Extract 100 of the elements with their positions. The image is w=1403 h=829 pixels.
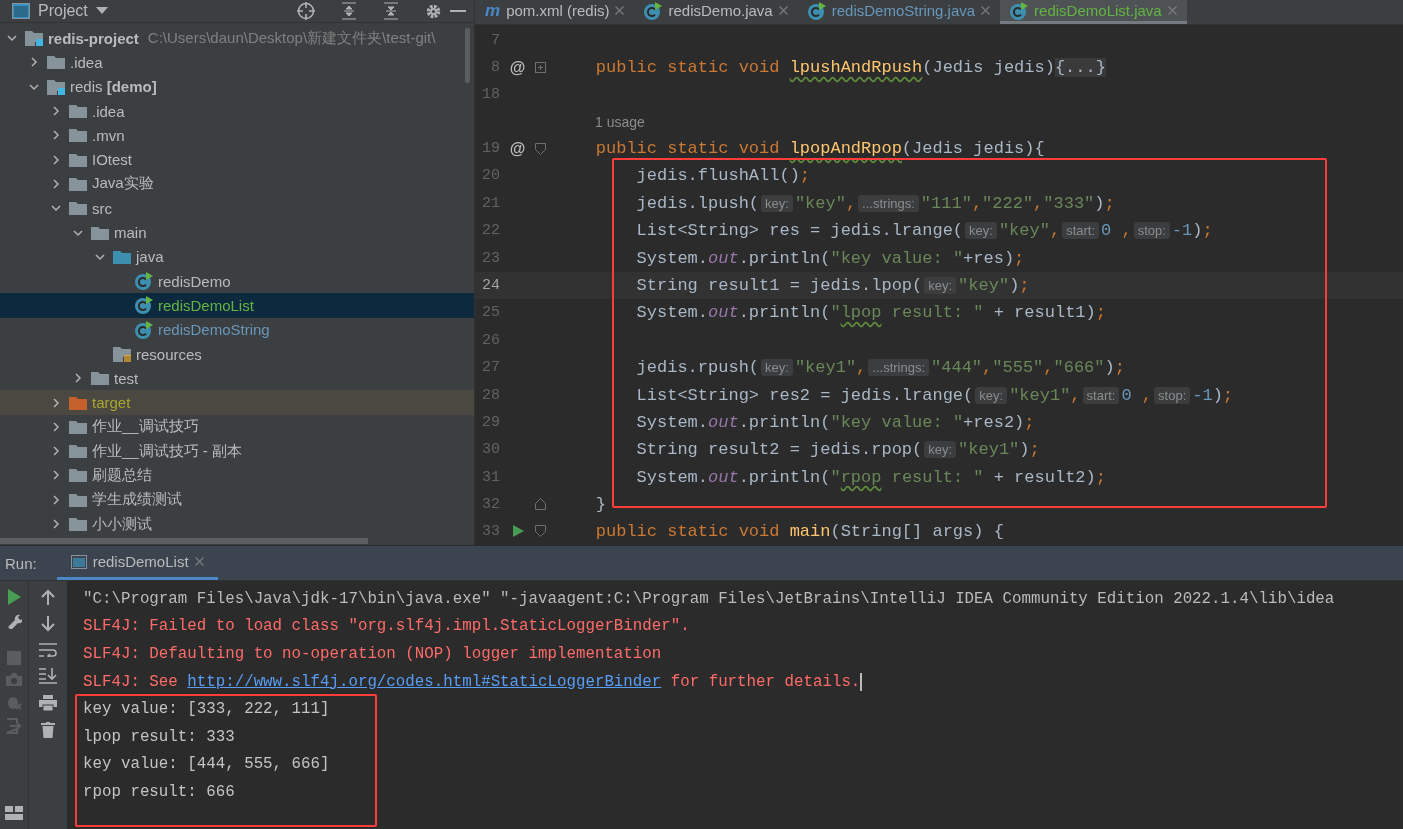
close-icon[interactable]: [981, 6, 991, 15]
scrollbar[interactable]: [0, 538, 368, 544]
fold-marker-icon[interactable]: [535, 142, 546, 155]
tree-item[interactable]: .idea: [0, 98, 474, 124]
close-icon[interactable]: [1167, 6, 1177, 15]
parameter-hint: ...strings:: [858, 194, 919, 212]
print-icon[interactable]: [39, 695, 57, 711]
line-number: 19: [481, 140, 500, 158]
trash-icon[interactable]: [41, 722, 55, 738]
code-token: (Jedis jedis){: [901, 139, 1045, 159]
panel-title[interactable]: Project: [38, 2, 88, 20]
code-token: out: [708, 248, 739, 268]
code-token: out: [708, 303, 739, 323]
tree-item[interactable]: src: [0, 196, 474, 221]
wrench-icon[interactable]: [6, 613, 22, 629]
soft-wrap-icon[interactable]: [39, 643, 57, 657]
code-token: (String[] args) {: [830, 522, 1004, 541]
override-marker[interactable]: @: [509, 58, 526, 77]
run-icon[interactable]: [510, 524, 525, 539]
console-link[interactable]: http://www.slf4j.org/codes.html#StaticLoggerBinder: [187, 672, 662, 691]
code-token: ,: [1043, 358, 1054, 378]
tree-item[interactable]: 小小测试: [0, 511, 474, 537]
line-number: 32: [481, 495, 500, 513]
arrow-down-icon[interactable]: [41, 616, 55, 632]
close-icon[interactable]: [615, 6, 625, 15]
close-icon[interactable]: [194, 557, 204, 566]
console-line: rpop result: 666: [83, 782, 235, 801]
code-token: ): [1019, 440, 1030, 460]
tree-item[interactable]: 作业__调试技巧: [0, 414, 474, 440]
tree-item[interactable]: java: [0, 244, 474, 269]
code-token: lpopAndRpop: [789, 139, 902, 159]
tree-item[interactable]: .mvn: [0, 123, 474, 148]
console-line: "C:\Program Files\Java\jdk-17\bin\java.exe" "-javaagent:C:\Program Files\JetBrains\IntelliJ IDEA Community Edition 2022.1.4\lib\idea: [83, 589, 1335, 608]
scrollbar[interactable]: [465, 28, 470, 83]
tree-item[interactable]: redis [demo]: [0, 74, 474, 99]
line-number: 7: [490, 32, 500, 49]
code-token: -1: [1171, 221, 1193, 241]
chevron-right-icon: [51, 494, 61, 505]
fold-end-icon[interactable]: [535, 498, 546, 511]
minimize-icon[interactable]: [450, 9, 466, 13]
override-marker[interactable]: @: [509, 139, 526, 158]
tree-item[interactable]: test: [0, 366, 474, 391]
locate-icon[interactable]: [297, 2, 315, 20]
code-token: System.: [635, 248, 709, 268]
tree-item[interactable]: resources: [0, 341, 474, 367]
code-token: ,: [1049, 221, 1061, 241]
code-token: ,: [856, 358, 867, 378]
expand-all-icon[interactable]: [341, 2, 357, 20]
parameter-hint: key:: [761, 194, 793, 212]
usage-hint[interactable]: 1 usage: [475, 113, 645, 130]
scroll-to-end-icon[interactable]: [39, 668, 57, 684]
run-tab[interactable]: redisDemoList: [56, 546, 218, 580]
tree-item[interactable]: main: [0, 220, 474, 245]
line-number: 25: [481, 304, 500, 322]
code-token: "222": [982, 193, 1034, 213]
class-icon: [135, 320, 153, 339]
code-token: public static void: [594, 139, 781, 159]
chevron-right-icon: [51, 130, 61, 141]
tree-item[interactable]: redisDemo: [0, 268, 474, 294]
arrow-up-icon[interactable]: [41, 589, 55, 605]
folder-icon: [69, 492, 87, 507]
editor-tab[interactable]: redisDemoString.java: [797, 0, 1001, 24]
editor-tab[interactable]: m pom.xml (redis): [475, 0, 635, 24]
code-token: jedis.flushAll(): [635, 166, 800, 186]
tree-item[interactable]: Java实验: [0, 171, 474, 197]
layout-icon[interactable]: [5, 806, 23, 820]
collapse-all-icon[interactable]: [383, 2, 399, 20]
fold-plus-icon[interactable]: [535, 62, 546, 74]
text-cursor: [860, 672, 863, 691]
folder-icon: [69, 517, 87, 532]
tree-item[interactable]: 刷题总结: [0, 463, 474, 488]
tree-item[interactable]: target: [0, 390, 474, 415]
fold-marker-icon[interactable]: [535, 525, 546, 538]
tree-item[interactable]: IOtest: [0, 147, 474, 172]
code-token: jedis.rpush(: [635, 358, 760, 378]
line-number: 23: [481, 249, 500, 267]
editor-tab[interactable]: redisDemoList.java: [1000, 0, 1187, 24]
close-icon[interactable]: [778, 6, 788, 15]
code-token: .println(: [738, 467, 831, 487]
run-icon[interactable]: [7, 589, 21, 605]
settings-icon[interactable]: [425, 2, 442, 20]
code-token: "key": [794, 193, 846, 213]
tree-item[interactable]: redisDemoString: [0, 317, 474, 342]
code-token: out: [708, 412, 739, 432]
tree-item[interactable]: .idea: [0, 50, 474, 75]
code-token: ): [1212, 385, 1223, 405]
dropdown-caret-icon[interactable]: [95, 7, 108, 15]
code-token: ;: [1222, 385, 1234, 405]
parameter-hint: key:: [975, 386, 1008, 404]
editor-tab[interactable]: redisDemo.java: [634, 0, 798, 24]
camera-icon[interactable]: [6, 673, 22, 686]
chevron-right-icon: [51, 470, 61, 481]
tree-item[interactable]: redis-project C:\Users\daun\Desktop\新建文件夹\test-git\: [0, 26, 474, 51]
tree-item[interactable]: redisDemoList: [0, 293, 474, 318]
code-token: result: ": [890, 467, 984, 487]
tree-item[interactable]: 学生成绩测试: [0, 487, 474, 512]
code-token: ,: [845, 193, 857, 213]
tree-item[interactable]: 作业__调试技巧 - 副本: [0, 439, 474, 464]
exit-icon[interactable]: [6, 718, 22, 734]
folder-icon: [69, 201, 87, 216]
